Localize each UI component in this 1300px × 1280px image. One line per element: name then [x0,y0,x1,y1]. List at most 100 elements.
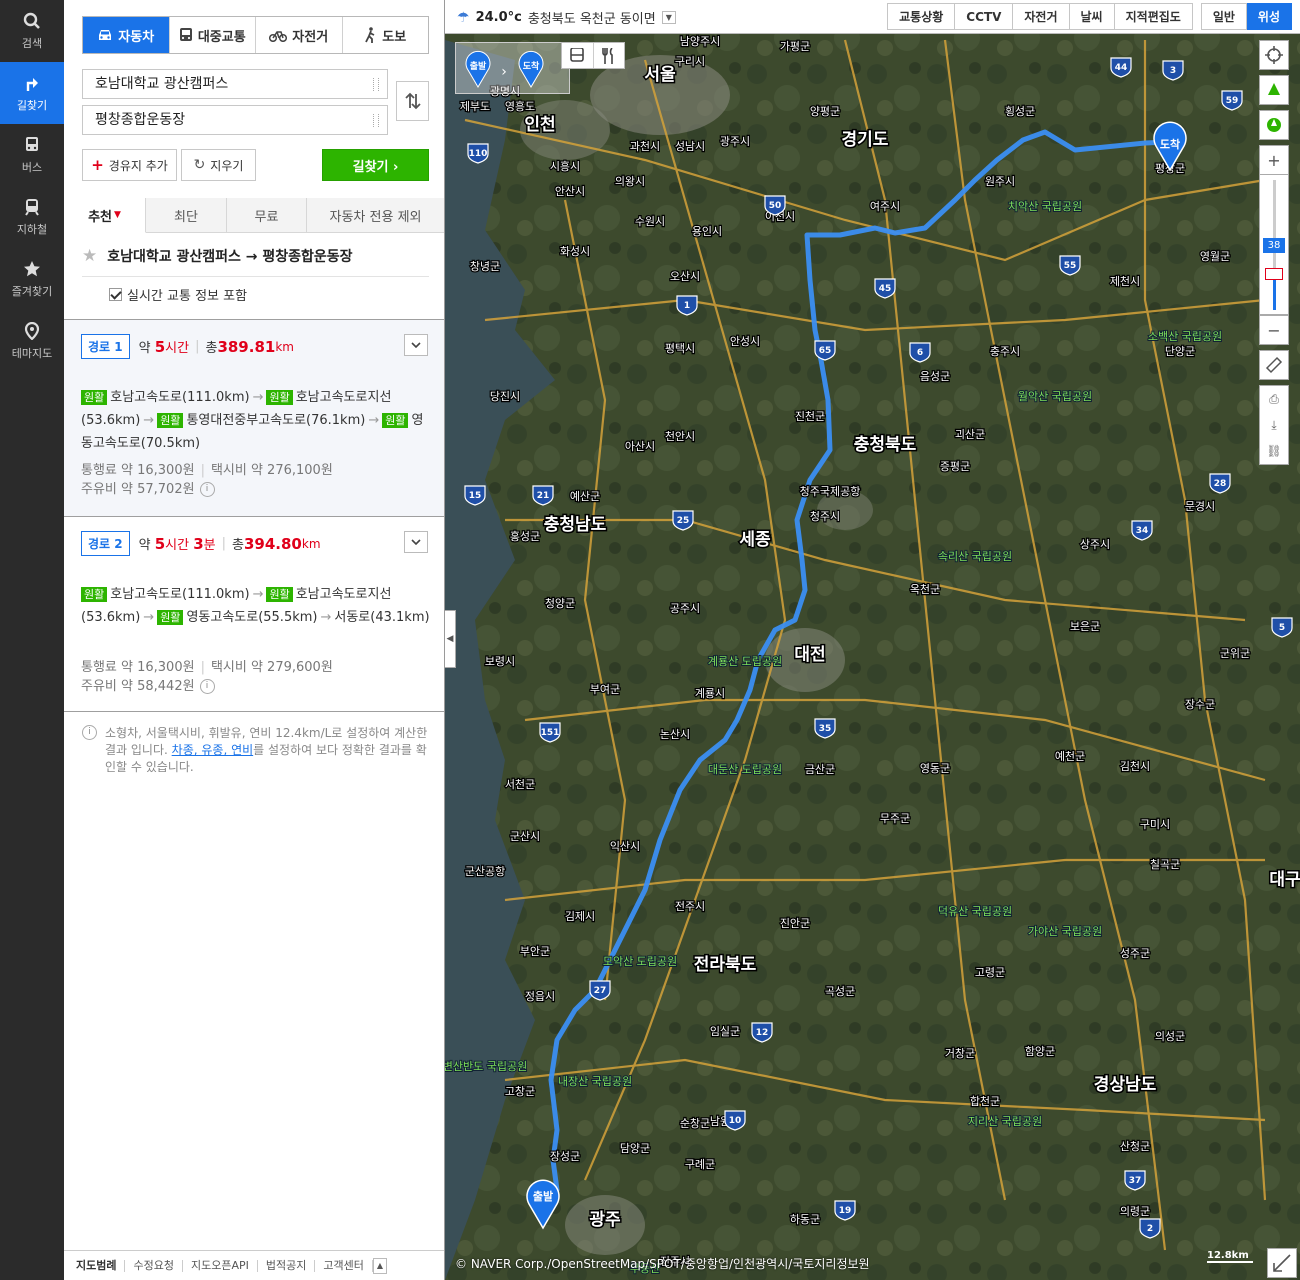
nav-search[interactable]: 검색 [0,0,64,62]
swap-button[interactable] [396,81,429,121]
route-minimap[interactable]: 출발 › 도착 [455,42,570,94]
tab-free[interactable]: 무료 [227,198,307,233]
park-label: 치악산 국립공원 [1008,200,1082,213]
drag-handle-icon[interactable] [373,114,379,127]
bus-poi-button[interactable] [562,43,593,68]
minus-icon: − [1267,320,1281,340]
highway-shield: 35 [814,718,836,739]
tilt-button[interactable] [1259,75,1289,105]
tab-shortest[interactable]: 최단 [146,198,227,233]
download-icon[interactable]: ⤓ [1260,412,1288,438]
map-place-label: 구리시 [675,55,705,68]
highway-shield: 55 [1059,255,1081,276]
map-place-label: 당진시 [490,390,520,403]
footer-legal[interactable]: 법적공지 [258,1259,316,1272]
map-place-label: 영동군 [920,762,950,775]
vehicle-settings-link[interactable]: 차종, 유종, 연비 [172,743,254,757]
realtime-traffic-checkbox[interactable]: 실시간 교통 정보 포함 [109,285,429,304]
scroll-up-icon[interactable]: ▲ [372,1257,387,1274]
restaurant-poi-button[interactable] [592,43,625,68]
rotate-button[interactable] [1259,110,1289,140]
star-icon[interactable]: ★ [82,246,97,266]
map-place-label: 진천군 [795,409,825,423]
map-place-label: 서울 [644,65,676,85]
weather-widget[interactable]: ☂ 24.0°c 충청북도 옥천군 동이면 ▼ [457,8,676,27]
route-card-2[interactable]: 경로 2 약 5 시간 3분 | 총 394.80 km 원활 호남고속도로(111.0… [64,516,444,712]
nav-favorites[interactable]: 즐겨찾기 [0,248,64,310]
mode-bicycle[interactable]: 자전거 [255,17,342,53]
panel-collapse-button[interactable]: ◀ [445,610,456,668]
bus-icon [570,48,585,62]
route-steps: 원활 호남고속도로(111.0km) → 원활 호남고속도로지선(53.6km) → 원활 통… [81,390,424,451]
map-place-label: 광주 [589,1210,621,1230]
map-place-label: 횡성군 [1005,105,1035,118]
map-place-label: 청주국제공항 [800,485,861,498]
map-place-label: 인천 [524,115,555,135]
layer-bicycle[interactable]: 자전거 [1013,3,1070,30]
clear-button[interactable]: ↻ 지우기 [181,149,256,181]
mode-transit[interactable]: 대중교통 [168,17,255,53]
highway-shield: 44 [1110,57,1132,78]
satellite-map[interactable]: 서울 인천 세종 대전 광주 대구 경기도 충청북도 충청남도 전라북도 경상남도 남양주시 구리시 가평… [445,0,1300,1280]
info-icon[interactable]: i [199,482,215,497]
map-place-label: 천안시 [665,429,695,443]
layer-traffic[interactable]: 교통상황 [887,3,956,30]
zoom-slider[interactable]: 38 [1259,175,1289,315]
link-icon[interactable]: ⛓ [1260,438,1288,464]
origin-input[interactable]: 호남대학교 광산캠퍼스 [82,69,388,99]
maptype-normal[interactable]: 일반 [1200,3,1247,30]
nav-subway[interactable]: 지하철 [0,186,64,248]
chevron-left-icon: ◀ [446,634,454,644]
footer-map-legend[interactable]: 지도범례 [64,1259,126,1272]
layer-cctv[interactable]: CCTV [955,3,1014,30]
mode-walk[interactable]: 도보 [341,17,428,53]
nav-theme-map[interactable]: 테마지도 [0,310,64,372]
zoom-in-button[interactable]: + [1259,145,1289,175]
zoom-handle[interactable] [1265,268,1283,280]
map-place-label: 용인시 [692,225,722,238]
layer-cadastral[interactable]: 지적편집도 [1114,3,1193,30]
ruler-button[interactable] [1259,350,1289,380]
map-place-label: 영월군 [1200,250,1230,263]
map-place-label: 군위군 [1220,647,1250,660]
map-place-label: 여주시 [870,200,900,213]
route-card-1[interactable]: 경로 1 약 5 시간 | 총 389.81 km 원활 호남고속도로(111.0km)… [64,319,444,516]
drag-handle-icon[interactable] [373,78,379,91]
mode-car[interactable]: 자동차 [83,17,169,53]
fullscreen-button[interactable] [1267,1248,1297,1278]
route-expand-button[interactable] [404,334,428,356]
chevron-down-icon[interactable]: ▼ [661,11,676,24]
svg-text:출발: 출발 [533,1189,553,1203]
checkbox-icon[interactable] [109,288,122,301]
current-location-button[interactable] [1259,40,1289,70]
map-canvas[interactable]: 서울인천세종대전광주 대구 경기도충청북도충청남도전라북도경상남도 남양주시구리시 가평… [445,0,1300,1280]
map-place-label: 성남시 [675,140,705,153]
nav-bus[interactable]: 버스 [0,124,64,186]
tab-recommended[interactable]: 추천 ▼ [64,198,146,233]
footer-report[interactable]: 수정요청 [125,1259,183,1272]
map-place-label: 순창군 [680,1117,710,1130]
svg-text:19: 19 [839,1206,852,1216]
route-expand-button[interactable] [404,531,428,553]
route-option-tabs: 추천 ▼ 최단 무료 자동차 전용 제외 [64,198,444,233]
footer-customer-center[interactable]: 고객센터 [315,1259,373,1272]
print-icon[interactable]: ⎙ [1260,386,1288,412]
svg-text:45: 45 [879,284,892,294]
map-place-label: 영흥도 [505,99,535,113]
map-place-label: 아산시 [625,440,655,453]
layer-weather[interactable]: 날씨 [1069,3,1115,30]
info-icon[interactable]: i [199,679,215,694]
find-route-button[interactable]: 길찾기 › [322,149,429,181]
map-place-label: 가평군 [780,40,810,53]
destination-input[interactable]: 평창종합운동장 [82,105,388,135]
maptype-satellite[interactable]: 위성 [1246,3,1292,30]
footer-open-api[interactable]: 지도오픈API [183,1259,258,1272]
nav-directions[interactable]: 길찾기 [0,62,64,124]
map-place-label: 익산시 [610,840,640,853]
svg-text:도착: 도착 [523,60,540,72]
add-waypoint-button[interactable]: + 경유지 추가 [82,149,177,181]
zoom-out-button[interactable]: − [1259,315,1289,345]
tab-exclude-car-only[interactable]: 자동차 전용 제외 [307,198,444,233]
fork-knife-icon [601,47,613,64]
bus-icon [179,27,192,41]
